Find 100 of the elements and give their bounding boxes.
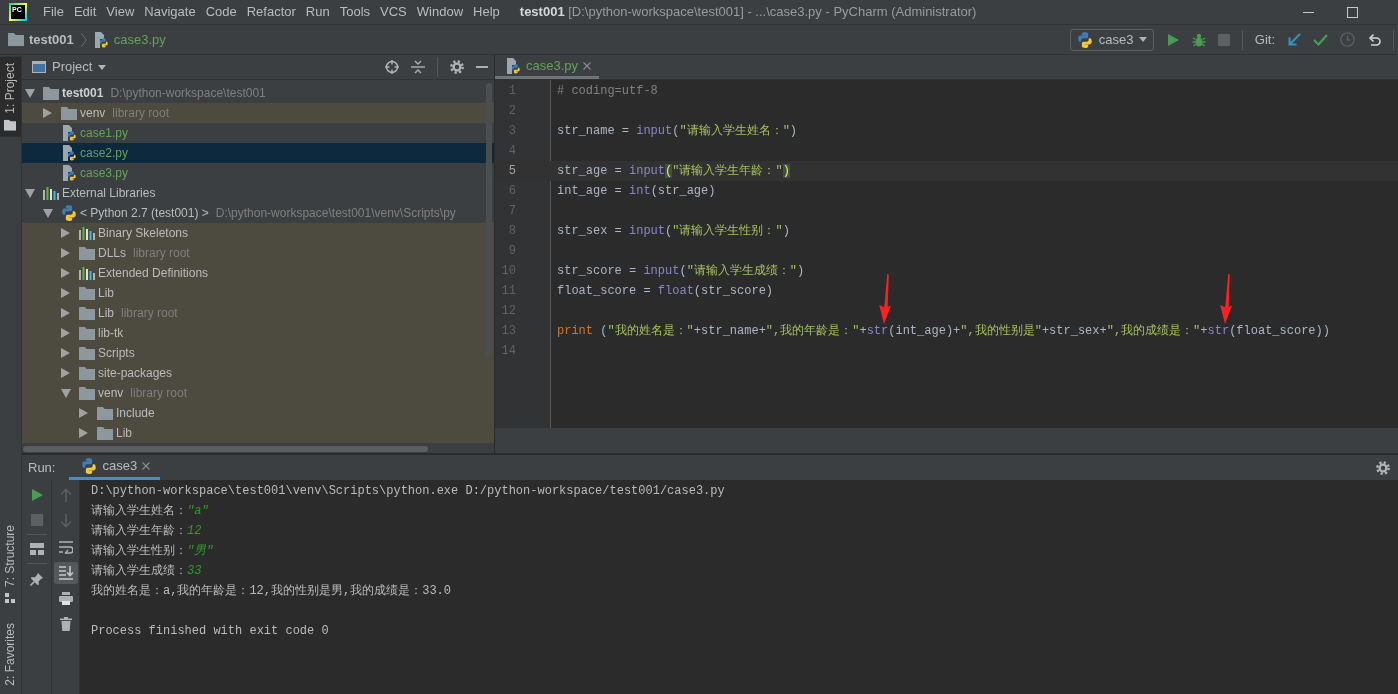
folder-icon <box>97 426 113 440</box>
menu-item[interactable]: Run <box>301 4 334 20</box>
folder-icon <box>79 346 95 360</box>
python-logo-icon <box>1076 31 1093 48</box>
tree-item[interactable]: Extended Definitions <box>22 263 494 283</box>
collapse-arrow-icon[interactable] <box>61 388 71 398</box>
tool-window-tab[interactable]: 2: Favorites <box>0 617 21 692</box>
menu-item[interactable]: VCS <box>376 4 411 20</box>
tree-item[interactable]: DLLs library root <box>22 243 494 263</box>
tree-item-note: library root <box>130 385 188 401</box>
code-line: str_name = input("请输入学生姓名：") <box>557 123 798 140</box>
library-icon <box>79 226 95 240</box>
tree-item[interactable]: case3.py <box>22 163 494 183</box>
menu-item[interactable]: Tools <box>335 4 375 20</box>
menu-item[interactable]: Code <box>201 4 241 20</box>
tree-item[interactable]: venv library root <box>22 103 494 123</box>
console-line: 我的姓名是：a,我的年龄是：12,我的性别是男,我的成绩是：33.0 <box>91 583 451 600</box>
tree-item[interactable]: Lib <box>22 283 494 303</box>
chevron-icon <box>80 32 87 47</box>
console-line: 请输入学生成绩：33 <box>91 563 202 580</box>
tree-item[interactable]: < Python 2.7 (test001) > D:\python-workspace\test001\venv\Scripts\py <box>22 203 494 223</box>
tree-item[interactable]: case1.py <box>22 123 494 143</box>
soft-wrap-icon[interactable] <box>58 540 73 554</box>
tree-item[interactable]: case2.py <box>22 143 494 163</box>
menu-item[interactable]: Help <box>469 4 504 20</box>
folder-icon <box>79 326 95 340</box>
menu-item[interactable]: Window <box>412 4 468 20</box>
expand-arrow-icon[interactable] <box>61 228 70 238</box>
code-line: print ("我的姓名是："+str_name+",我的年龄是："+str(int_age)+",我的性别是"+str_sex+",我的成绩是："+str(float_score)) <box>557 323 1330 340</box>
folder-icon <box>79 366 95 380</box>
menu-item[interactable]: View <box>102 4 139 20</box>
vertical-scrollbar[interactable] <box>486 83 492 357</box>
tree-item[interactable]: Lib library root <box>22 303 494 323</box>
collapse-arrow-icon[interactable] <box>43 208 53 218</box>
tree-item[interactable]: site-packages <box>22 363 494 383</box>
tool-window-tab[interactable]: 1: Project <box>0 57 21 137</box>
caret-icon <box>98 64 107 70</box>
structure-icon <box>5 593 16 604</box>
expand-arrow-icon[interactable] <box>61 328 70 338</box>
tree-item[interactable]: Lib <box>22 423 494 443</box>
tree-item[interactable]: Include <box>22 403 494 423</box>
printer-icon[interactable] <box>58 592 73 605</box>
menu-item[interactable]: Navigate <box>140 4 200 20</box>
update-arrow-icon[interactable] <box>1287 32 1301 47</box>
panel-icon <box>32 61 46 73</box>
crosshair-icon[interactable] <box>385 60 399 74</box>
expand-arrow-icon[interactable] <box>61 308 70 318</box>
breadcrumb[interactable]: case3.py <box>92 31 166 48</box>
trash-icon[interactable] <box>59 617 72 631</box>
run-configuration-dropdown[interactable]: case3 <box>1069 28 1154 51</box>
python-file-icon <box>505 57 521 74</box>
tree-item[interactable]: test001 D:\python-workspace\test001 <box>22 83 494 103</box>
breadcrumb[interactable]: test001 <box>8 31 74 48</box>
tree-item[interactable]: Scripts <box>22 343 494 363</box>
console-line: 请输入学生年龄：12 <box>91 523 202 540</box>
menu-item[interactable]: Refactor <box>242 4 300 20</box>
expand-arrow-icon[interactable] <box>79 408 88 418</box>
python-file-icon <box>61 125 77 141</box>
code-line: str_score = input("请输入学生成绩：") <box>557 263 805 280</box>
python-logo-icon <box>81 458 98 474</box>
tree-item[interactable]: lib-tk <box>22 323 494 343</box>
collapse-all-icon[interactable] <box>411 60 425 74</box>
undo-arrow-icon[interactable] <box>1367 32 1381 47</box>
expand-arrow-icon[interactable] <box>61 268 70 278</box>
settings-icon[interactable] <box>1376 460 1390 475</box>
collapse-arrow-icon[interactable] <box>25 188 35 198</box>
menu-item[interactable]: Edit <box>69 4 101 20</box>
layout-icon[interactable] <box>29 543 44 555</box>
tree-item[interactable]: venv library root <box>22 383 494 403</box>
expand-arrow-icon[interactable] <box>61 368 70 378</box>
caret-icon <box>1139 37 1148 42</box>
close-icon[interactable] <box>142 462 151 470</box>
library-icon <box>79 266 95 280</box>
view-selector[interactable]: Project <box>32 59 107 75</box>
collapse-arrow-icon[interactable] <box>25 88 35 98</box>
python-file-icon <box>92 31 109 48</box>
tree-item[interactable]: Binary Skeletons <box>22 223 494 243</box>
folder-icon <box>79 246 95 260</box>
expand-arrow-icon[interactable] <box>61 288 70 298</box>
run-icon[interactable] <box>29 488 44 502</box>
expand-arrow-icon[interactable] <box>79 428 88 438</box>
tree-item[interactable]: External Libraries <box>22 183 494 203</box>
run-icon[interactable] <box>1165 32 1180 47</box>
horizontal-scrollbar[interactable] <box>23 446 428 452</box>
close-icon[interactable] <box>583 61 592 70</box>
folder-icon <box>43 86 59 100</box>
tool-window-tab[interactable]: 7: Structure <box>0 519 21 610</box>
bug-icon[interactable] <box>1191 32 1206 47</box>
scroll-to-end-icon[interactable] <box>53 562 78 584</box>
expand-arrow-icon[interactable] <box>43 108 52 118</box>
menu-item[interactable]: File <box>39 4 68 20</box>
pin-icon[interactable] <box>29 572 44 586</box>
expand-arrow-icon[interactable] <box>61 248 70 258</box>
check-icon[interactable] <box>1313 33 1328 46</box>
settings-icon[interactable] <box>450 60 464 74</box>
code-line: int_age = int(str_age) <box>557 183 716 200</box>
folder-icon <box>79 386 95 400</box>
maximize-icon[interactable] <box>1347 6 1358 18</box>
folder-icon <box>61 106 77 120</box>
expand-arrow-icon[interactable] <box>61 348 70 358</box>
